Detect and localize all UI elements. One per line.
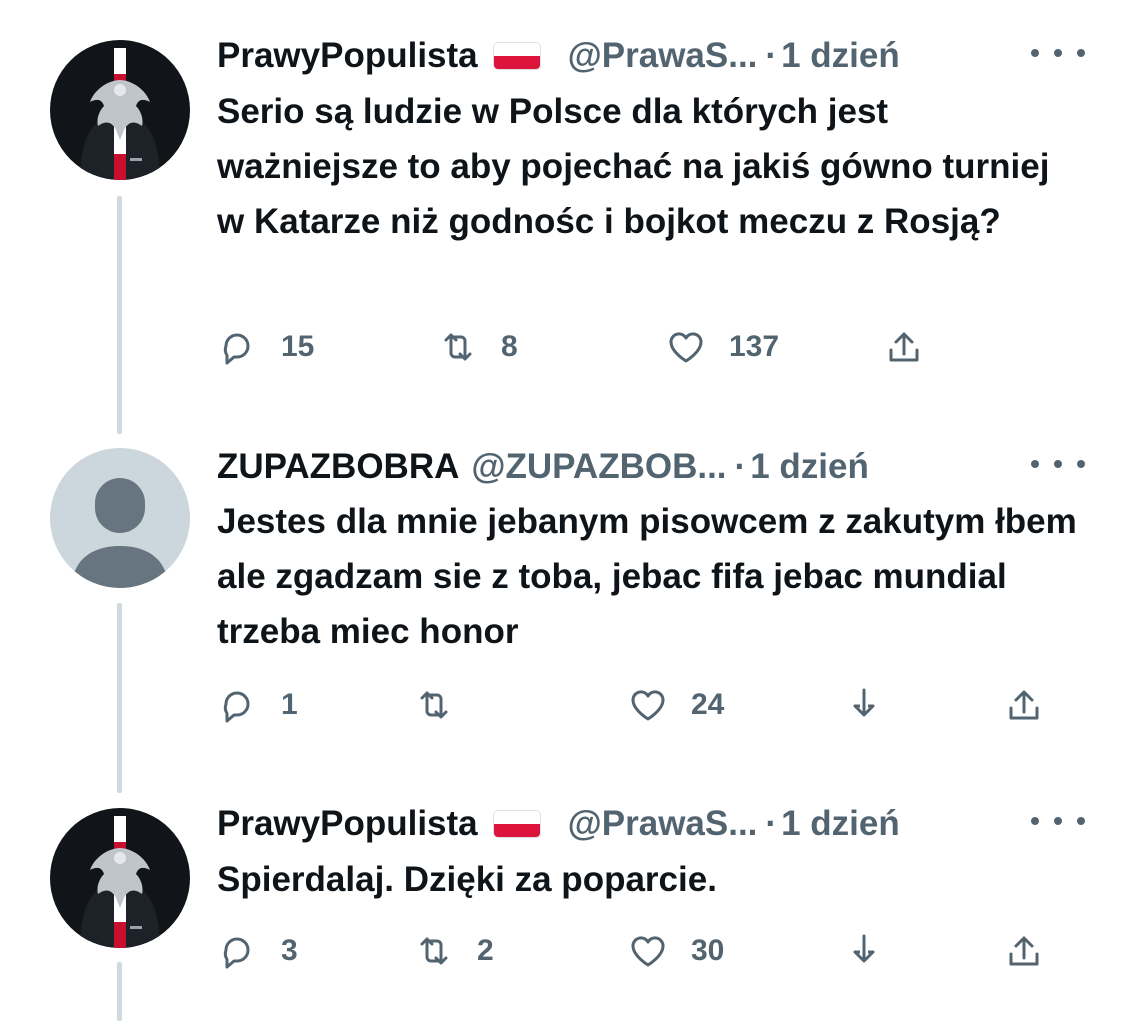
tweet-header: PrawyPopulista @PrawaS... · 1 dzień	[217, 802, 1085, 846]
retweet-icon	[420, 937, 448, 965]
reply-icon	[223, 333, 250, 365]
thread-connector-line	[117, 603, 122, 793]
eagle-sweatshirt-avatar-icon	[50, 808, 190, 948]
reply-button[interactable]: 15	[217, 322, 314, 372]
user-handle[interactable]: @ZUPAZBOB...	[471, 447, 726, 487]
separator-dot: ·	[765, 804, 778, 843]
tweet-actions: 15 8 137	[217, 322, 1085, 372]
downvote-button[interactable]	[843, 680, 885, 730]
heart-icon	[631, 690, 665, 721]
retweet-count: 8	[501, 330, 518, 363]
share-icon	[1009, 690, 1039, 720]
poland-flag-icon	[493, 811, 540, 837]
like-count: 137	[729, 330, 780, 363]
thread-connector-line	[117, 196, 122, 434]
tweet-actions: 1 24	[217, 680, 1085, 730]
downvote-button[interactable]	[843, 926, 885, 976]
like-button[interactable]: 24	[627, 680, 724, 730]
retweet-button[interactable]: 2	[413, 926, 494, 976]
display-name[interactable]: ZUPAZBOBRA	[217, 447, 459, 487]
reply-count: 1	[281, 688, 298, 721]
like-count: 24	[691, 688, 725, 721]
user-handle[interactable]: @PrawaS...	[568, 804, 758, 844]
reply-count: 3	[281, 934, 298, 967]
avatar[interactable]	[50, 448, 190, 588]
thread-connector-line	[117, 962, 122, 1021]
like-count: 30	[691, 934, 725, 967]
share-button[interactable]	[1003, 926, 1045, 976]
arrow-down-icon	[853, 688, 875, 717]
tweet-text: Spierdalaj. Dzięki za poparcie.	[217, 860, 717, 899]
more-options-icon[interactable]	[1031, 449, 1085, 479]
tweet-text: Serio są ludzie w Polsce dla których jes…	[217, 92, 1050, 241]
tweet-text: Jestes dla mnie jebanym pisowcem z zakut…	[217, 502, 1077, 651]
avatar[interactable]	[50, 808, 190, 948]
display-name[interactable]: PrawyPopulista	[217, 804, 478, 844]
poland-flag-icon	[493, 43, 540, 69]
retweet-icon	[420, 691, 448, 719]
arrow-down-icon	[853, 934, 875, 963]
share-button[interactable]	[883, 322, 925, 372]
retweet-icon	[444, 333, 472, 361]
separator-dot: ·	[734, 447, 747, 486]
share-icon	[889, 332, 919, 362]
tweet-actions: 3 2 30	[217, 926, 1085, 976]
user-handle[interactable]: @PrawaS...	[568, 36, 758, 76]
separator-dot: ·	[765, 36, 778, 75]
heart-icon	[631, 936, 665, 967]
tweet-header: PrawyPopulista @PrawaS... · 1 dzień	[217, 34, 1085, 78]
like-button[interactable]: 30	[627, 926, 724, 976]
like-button[interactable]: 137	[665, 322, 779, 372]
timestamp[interactable]: 1 dzień	[781, 36, 900, 76]
reply-button[interactable]: 1	[217, 680, 298, 730]
tweet-header: ZUPAZBOBRA @ZUPAZBOB... · 1 dzień	[217, 445, 1085, 489]
share-icon	[1009, 936, 1039, 966]
eagle-sweatshirt-avatar-icon	[50, 40, 190, 180]
reply-count: 15	[281, 330, 315, 363]
heart-icon	[669, 332, 703, 363]
retweet-count: 2	[477, 934, 494, 967]
display-name[interactable]: PrawyPopulista	[217, 36, 478, 76]
timestamp[interactable]: 1 dzień	[781, 804, 900, 844]
default-user-avatar-icon	[50, 448, 190, 588]
avatar[interactable]	[50, 40, 190, 180]
reply-icon	[223, 691, 250, 723]
more-options-icon[interactable]	[1031, 38, 1085, 68]
retweet-button[interactable]	[413, 680, 455, 730]
retweet-button[interactable]: 8	[437, 322, 518, 372]
more-options-icon[interactable]	[1031, 806, 1085, 836]
reply-button[interactable]: 3	[217, 926, 298, 976]
share-button[interactable]	[1003, 680, 1045, 730]
timestamp[interactable]: 1 dzień	[750, 447, 869, 487]
reply-icon	[223, 937, 250, 969]
